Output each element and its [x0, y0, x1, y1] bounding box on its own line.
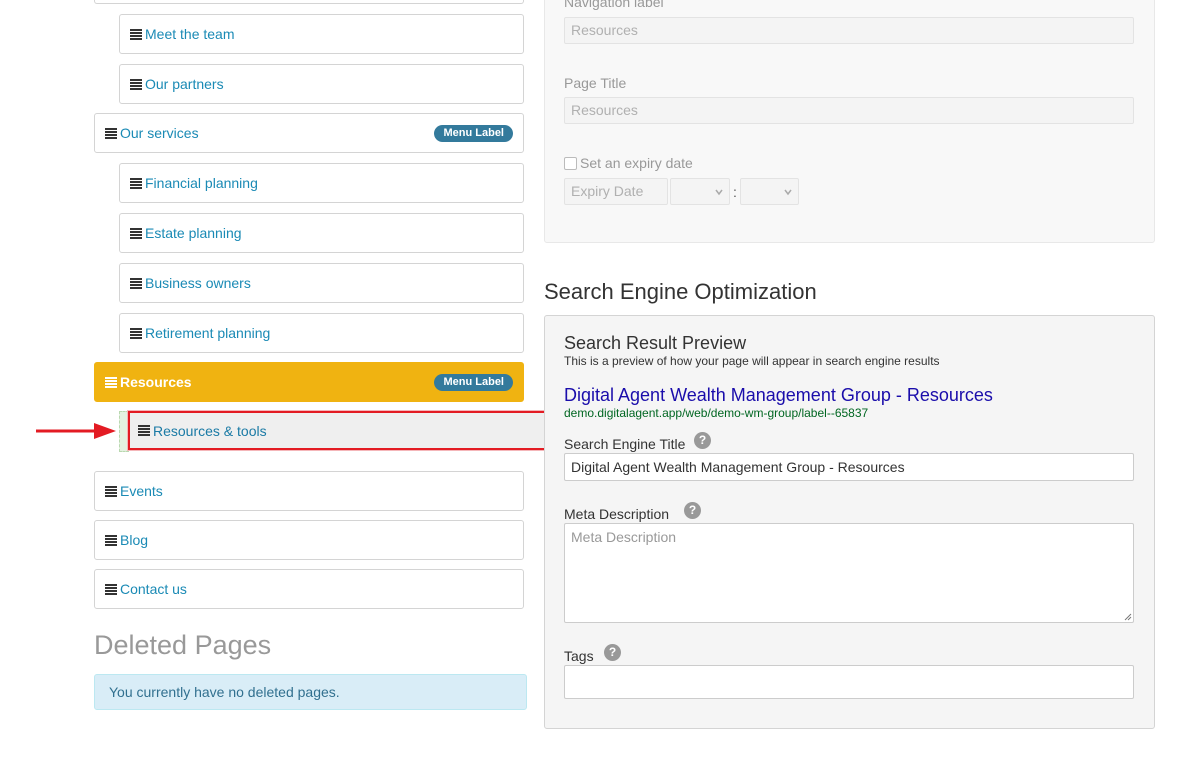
drag-handle-icon[interactable]	[130, 227, 142, 239]
resize-grip-icon[interactable]	[1124, 613, 1132, 621]
expiry-minute-select[interactable]	[740, 178, 799, 205]
tree-item-label[interactable]: Business owners	[145, 275, 251, 291]
tree-item-events[interactable]: Events	[94, 471, 524, 511]
help-icon[interactable]: ?	[684, 502, 701, 519]
deleted-pages-heading: Deleted Pages	[94, 630, 272, 660]
drag-handle-icon[interactable]	[138, 425, 150, 436]
tree-item-label[interactable]: Our partners	[145, 76, 224, 92]
tree-item-meet-the-team[interactable]: Meet the team	[119, 14, 524, 54]
tree-item-our-services[interactable]: Our services Menu Label	[94, 113, 524, 153]
tree-item-business-owners[interactable]: Business owners	[119, 263, 524, 303]
search-result-preview-subtitle: This is a preview of how your page will …	[564, 354, 940, 368]
drag-handle-icon[interactable]	[105, 485, 117, 497]
page-title-label: Page Title	[564, 75, 627, 91]
time-separator: :	[733, 184, 737, 200]
tree-item-resources[interactable]: Resources Menu Label	[94, 362, 524, 402]
tree-item-label[interactable]: Events	[120, 483, 163, 499]
expiry-checkbox-label: Set an expiry date	[580, 155, 693, 171]
tree-item-label[interactable]: Financial planning	[145, 175, 258, 191]
tree-item-fragment	[94, 0, 524, 4]
expiry-checkbox[interactable]	[564, 157, 577, 170]
menu-label-badge: Menu Label	[434, 374, 513, 391]
search-engine-title-input[interactable]: Digital Agent Wealth Management Group - …	[564, 453, 1134, 481]
drag-handle-icon[interactable]	[130, 28, 142, 40]
chevron-down-icon	[715, 189, 723, 196]
drag-handle-icon[interactable]	[130, 177, 142, 189]
tree-item-blog[interactable]: Blog	[94, 520, 524, 560]
preview-result-url: demo.digitalagent.app/web/demo-wm-group/…	[564, 406, 869, 420]
drag-handle-icon[interactable]	[105, 127, 117, 139]
tags-input[interactable]	[564, 665, 1134, 699]
tree-item-retirement-planning[interactable]: Retirement planning	[119, 313, 524, 353]
drag-handle-icon[interactable]	[130, 277, 142, 289]
menu-label-badge: Menu Label	[434, 125, 513, 142]
tree-item-label[interactable]: Retirement planning	[145, 325, 270, 341]
dragged-tree-item-resources-tools[interactable]: Resources & tools	[128, 411, 560, 450]
preview-result-link: Digital Agent Wealth Management Group - …	[564, 385, 993, 405]
drag-handle-icon[interactable]	[105, 376, 117, 388]
tree-item-label[interactable]: Blog	[120, 532, 148, 548]
expiry-hour-select[interactable]	[670, 178, 730, 205]
tree-item-estate-planning[interactable]: Estate planning	[119, 213, 524, 253]
search-engine-title-label: Search Engine Title	[564, 436, 686, 452]
drag-handle-icon[interactable]	[130, 78, 142, 90]
no-deleted-pages-alert: You currently have no deleted pages.	[94, 674, 527, 710]
navigation-label-label: Navigation label	[564, 0, 664, 10]
seo-heading: Search Engine Optimization	[544, 279, 817, 304]
tree-item-financial-planning[interactable]: Financial planning	[119, 163, 524, 203]
tree-item-label[interactable]: Estate planning	[145, 225, 242, 241]
navigation-label-input[interactable]: Resources	[564, 17, 1134, 44]
tree-item-label[interactable]: Our services	[120, 125, 199, 141]
page-title-input[interactable]: Resources	[564, 97, 1134, 124]
tree-item-contact-us[interactable]: Contact us	[94, 569, 524, 609]
meta-description-label: Meta Description	[564, 506, 670, 522]
tree-item-label[interactable]: Meet the team	[145, 26, 235, 42]
help-icon[interactable]: ?	[694, 432, 711, 449]
red-arrow-icon	[36, 423, 116, 439]
tree-item-label[interactable]: Resources & tools	[153, 423, 267, 439]
help-icon[interactable]: ?	[604, 644, 621, 661]
expiry-date-input[interactable]: Expiry Date	[564, 178, 668, 205]
drag-handle-icon[interactable]	[105, 534, 117, 546]
drag-handle-icon[interactable]	[130, 327, 142, 339]
tree-item-label[interactable]: Contact us	[120, 581, 187, 597]
search-result-preview-title: Search Result Preview	[564, 333, 747, 353]
chevron-down-icon	[784, 189, 792, 196]
tags-label: Tags	[564, 648, 594, 664]
tree-item-our-partners[interactable]: Our partners	[119, 64, 524, 104]
tree-item-label[interactable]: Resources	[120, 374, 192, 390]
drag-handle-icon[interactable]	[105, 583, 117, 595]
meta-description-textarea[interactable]: Meta Description	[564, 523, 1134, 623]
